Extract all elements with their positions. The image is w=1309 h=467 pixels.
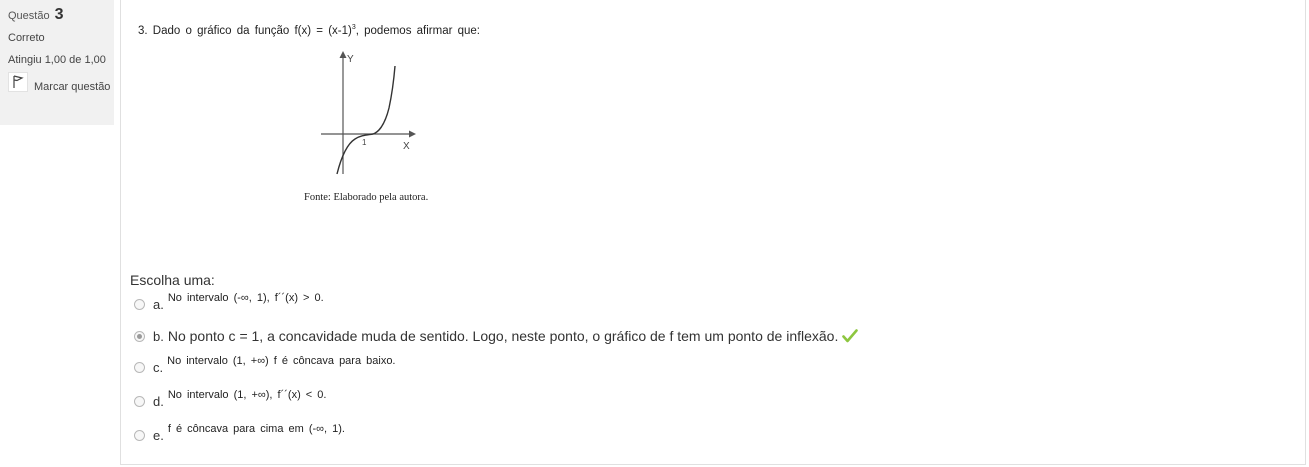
graph-x-label: X	[403, 141, 410, 152]
option-b-letter: b.	[153, 329, 164, 344]
option-e[interactable]: e. f é côncava para cima em (-∞, 1).	[134, 423, 345, 443]
question-info-panel: Questão 3 Correto Atingiu 1,00 de 1,00 M…	[0, 0, 114, 125]
question-grade: Atingiu 1,00 de 1,00	[8, 54, 106, 66]
option-c-letter: c.	[153, 360, 164, 375]
option-a-radio[interactable]	[134, 299, 145, 310]
option-d[interactable]: d. No intervalo (1, +∞), f´´(x) < 0.	[134, 389, 326, 409]
option-a[interactable]: a. No intervalo (-∞, 1), f´´(x) > 0.	[134, 292, 324, 312]
question-state: Correto	[8, 32, 45, 44]
option-d-text: No intervalo (1, +∞), f´´(x) < 0.	[167, 389, 327, 401]
answer-prompt: Escolha uma:	[130, 272, 215, 288]
option-a-text: No intervalo (-∞, 1), f´´(x) > 0.	[167, 292, 324, 304]
flag-icon	[8, 72, 28, 92]
graph-x-arrow	[409, 130, 416, 138]
option-c-text: No intervalo (1, +∞) f é côncava para ba…	[167, 355, 396, 367]
question-text: 3. Dado o gráfico da função f(x) = (x-1)…	[138, 24, 480, 37]
option-b-text: No ponto c = 1, a concavidade muda de se…	[167, 328, 839, 344]
function-graph: Y X 1	[321, 51, 416, 175]
option-e-letter: e.	[153, 428, 164, 443]
option-d-letter: d.	[153, 394, 164, 409]
question-text-main: 3. Dado o gráfico da função f(x) = (x-1)	[138, 24, 352, 37]
question-label: Questão	[8, 10, 50, 22]
option-a-letter: a.	[153, 297, 164, 312]
graph-tick-label: 1	[362, 138, 367, 147]
question-text-end: , podemos afirmar que:	[355, 24, 481, 37]
question-content: 3. Dado o gráfico da função f(x) = (x-1)…	[120, 0, 1306, 465]
graph-y-label: Y	[347, 54, 354, 65]
question-number-value: 3	[54, 6, 64, 23]
graph-y-arrow	[339, 51, 347, 58]
option-b[interactable]: b. No ponto c = 1, a concavidade muda de…	[134, 328, 859, 344]
option-c[interactable]: c. No intervalo (1, +∞) f é côncava para…	[134, 355, 396, 375]
graph-caption: Fonte: Elaborado pela autora.	[304, 192, 429, 203]
question-number: Questão 3	[8, 6, 114, 24]
option-c-radio[interactable]	[134, 362, 145, 373]
graph-curve	[336, 65, 396, 175]
correct-check-icon	[842, 329, 859, 343]
option-b-radio[interactable]	[134, 331, 145, 342]
option-d-radio[interactable]	[134, 396, 145, 407]
flag-question-button[interactable]: Marcar questão	[8, 72, 114, 94]
flag-question-label: Marcar questão	[34, 81, 111, 93]
option-e-text: f é côncava para cima em (-∞, 1).	[167, 423, 345, 435]
option-e-radio[interactable]	[134, 430, 145, 441]
